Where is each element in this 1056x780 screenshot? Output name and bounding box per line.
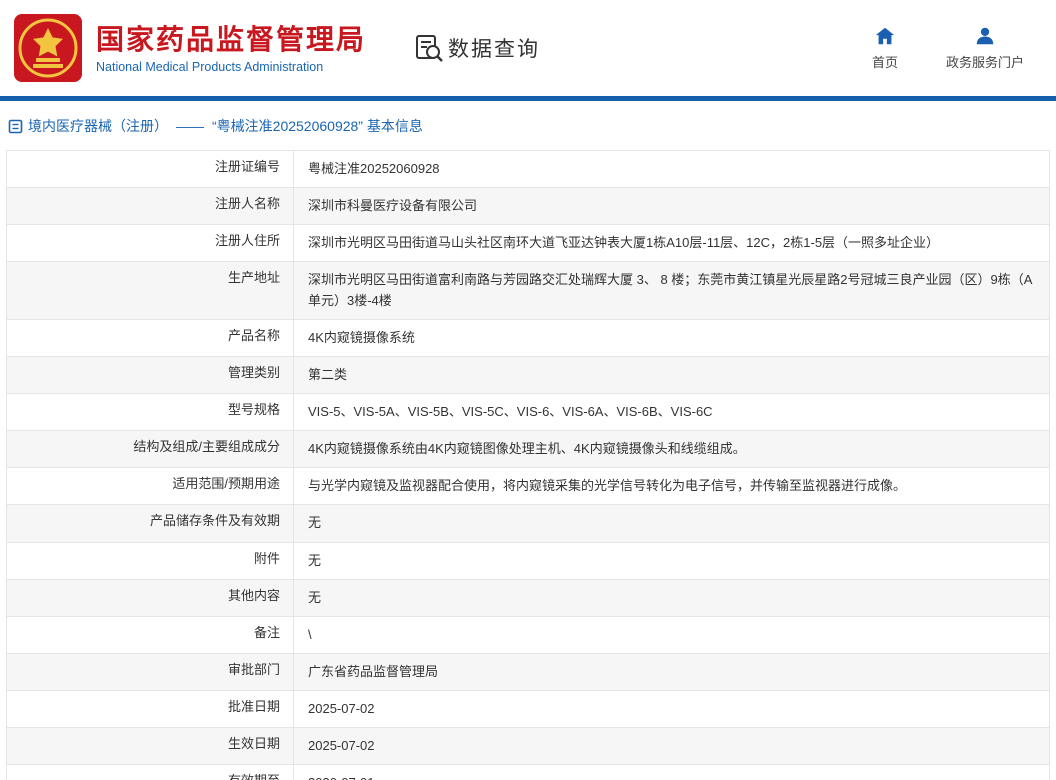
row-label: 注册人名称 (7, 188, 294, 225)
row-label: 适用范围/预期用途 (7, 468, 294, 505)
row-value: 2025-07-02 (308, 738, 375, 754)
table-row: 生产地址 深圳市光明区马田街道富利南路与芳园路交汇处瑞辉大厦 3、 8 楼；东莞市… (7, 262, 1049, 320)
table-row: 有效期至2030-07-01 (7, 765, 1049, 780)
row-label: 生产地址 (7, 262, 294, 319)
nav-portal[interactable]: 政务服务门户 (946, 25, 1024, 71)
table-row: 注册证编号 粤械注准20252060928 (7, 151, 1049, 189)
row-label: 生效日期 (7, 728, 294, 765)
document-icon (8, 119, 23, 134)
row-value: 2030-07-01 (294, 765, 1049, 780)
user-icon (976, 27, 994, 45)
row-label: 附件 (7, 542, 294, 579)
row-label: 备注 (7, 616, 294, 653)
table-row: 结构及组成/主要组成成分 4K内窥镜摄像系统由4K内窥镜图像处理主机、4K内窥镜摄… (7, 431, 1049, 469)
row-label: 有效期至 (7, 765, 294, 780)
table-row: 产品名称 4K内窥镜摄像系统 (7, 319, 1049, 357)
row-label: 审批部门 (7, 653, 294, 691)
breadcrumb-section[interactable]: 境内医疗器械（注册） (28, 116, 168, 136)
row-value: 无 (308, 589, 322, 605)
nav-home[interactable]: 首页 (872, 25, 898, 71)
table-row: 审批部门 广东省药品监督管理局 (7, 653, 1049, 692)
table-row: 批准日期 2025-07-02 (7, 691, 1049, 729)
row-value: 无 (308, 515, 322, 531)
table-row: 其他内容无 (7, 579, 1049, 617)
page-header: 国家药品监督管理局 National Medical Products Admi… (0, 0, 1056, 96)
row-label: 产品名称 (7, 319, 294, 356)
header-nav: 首页 政务服务门户 (872, 25, 1046, 71)
row-value: 2025-07-02 (308, 701, 375, 717)
org-title-block: 国家药品监督管理局 National Medical Products Admi… (96, 22, 366, 74)
table-row: 适用范围/预期用途 与光学内窥镜及监视器配合使用，将内窥镜采集的光学信号转化为电子… (7, 468, 1049, 506)
row-value: 4K内窥镜摄像系统 (308, 329, 415, 345)
nmpa-emblem-logo (10, 10, 86, 86)
row-value: 深圳市光明区马田街道马山头社区南环大道飞亚达钟表大厦1栋A10层-11层、12C… (308, 235, 940, 251)
row-value: VIS-5、VIS-5A、VIS-5B、VIS-5C、VIS-6、VIS-6A、… (308, 403, 713, 419)
row-label: 型号规格 (7, 393, 294, 431)
data-query-icon (414, 33, 444, 63)
breadcrumb-separator: —— (176, 118, 204, 134)
table-row: 产品储存条件及有效期无 (7, 505, 1049, 543)
row-value: 深圳市科曼医疗设备有限公司 (308, 198, 478, 214)
nav-portal-label: 政务服务门户 (945, 55, 1024, 70)
row-value: 无 (308, 552, 322, 568)
row-value: \ (308, 626, 312, 642)
row-value: 与光学内窥镜及监视器配合使用，将内窥镜采集的光学信号转化为电子信号，并传输至监视… (308, 478, 907, 494)
table-row: 注册人名称 深圳市科曼医疗设备有限公司 (7, 188, 1049, 226)
row-value: 深圳市光明区马田街道富利南路与芳园路交汇处瑞辉大厦 3、 8 楼；东莞市黄江镇星… (308, 272, 1033, 308)
row-value: 第二类 (308, 366, 348, 382)
data-query-nav[interactable]: 数据查询 (414, 33, 540, 63)
row-label: 管理类别 (7, 356, 294, 393)
home-icon (875, 27, 895, 45)
org-name-en: National Medical Products Administration (96, 60, 324, 74)
row-label: 其他内容 (7, 579, 294, 616)
table-row: 管理类别 第二类 (7, 356, 1049, 394)
nav-home-label: 首页 (871, 55, 898, 70)
row-value: 4K内窥镜摄像系统由4K内窥镜图像处理主机、4K内窥镜摄像头和线缆组成。 (308, 441, 746, 457)
row-label: 注册人住所 (7, 225, 294, 262)
org-name-cn: 国家药品监督管理局 (96, 24, 367, 55)
info-table: 注册证编号 粤械注准20252060928 注册人名称 深圳市科曼医疗设备有限公司 注册… (6, 150, 1050, 780)
row-label: 产品储存条件及有效期 (7, 505, 294, 542)
data-query-label: 数据查询 (448, 38, 541, 61)
breadcrumb: 境内医疗器械（注册） —— “粤械注准20252060928” 基本信息 (0, 101, 1056, 148)
table-row: 型号规格 VIS-5、VIS-5A、VIS-5B、VIS-5C、VIS-6、VIS… (7, 393, 1049, 432)
row-label: 批准日期 (7, 691, 294, 728)
row-value: 广东省药品监督管理局 (308, 663, 439, 679)
row-value: 粤械注准20252060928 (308, 161, 440, 176)
table-row: 注册人住所 深圳市光明区马田街道马山头社区南环大道飞亚达钟表大厦1栋A10层-11… (7, 225, 1049, 263)
row-label: 注册证编号 (7, 151, 294, 188)
table-row: 附件无 (7, 542, 1049, 580)
breadcrumb-title: “粤械注准20252060928” 基本信息 (212, 118, 423, 134)
row-label: 结构及组成/主要组成成分 (7, 431, 294, 468)
table-row: 备注 \ (7, 616, 1049, 654)
table-row: 生效日期 2025-07-02 (7, 728, 1049, 766)
